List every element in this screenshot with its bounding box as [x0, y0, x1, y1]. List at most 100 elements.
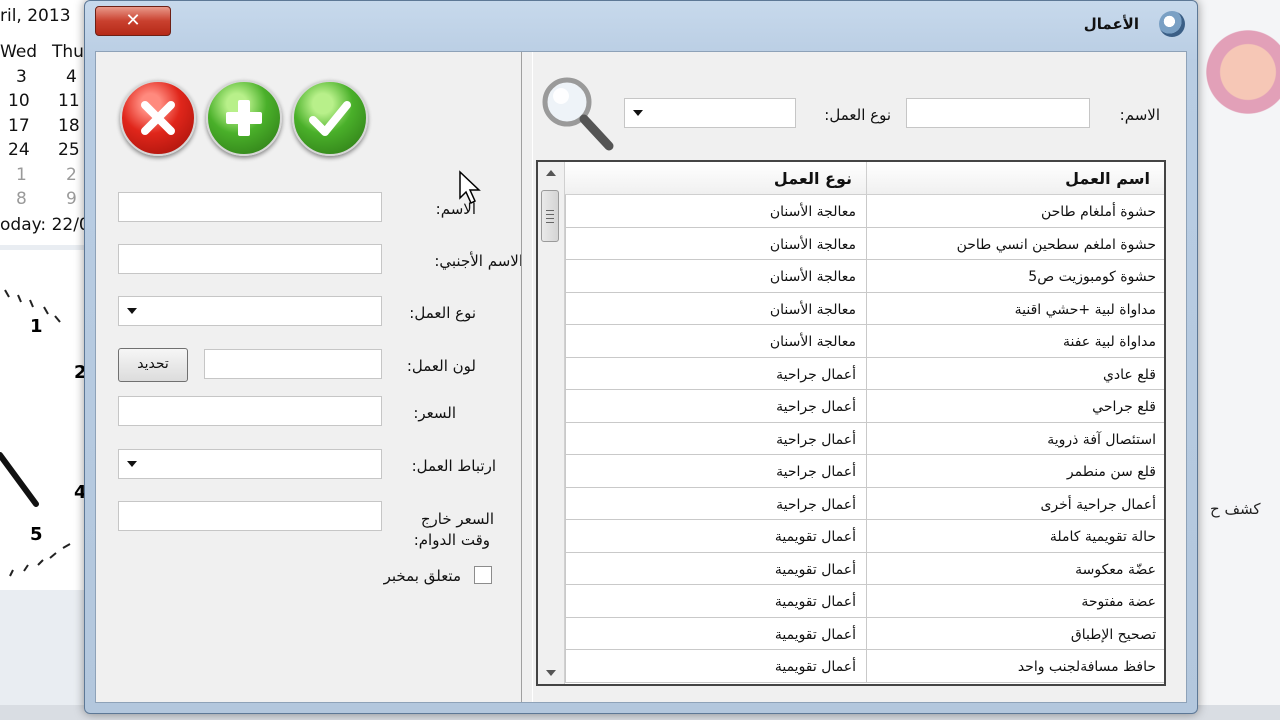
cancel-button[interactable] [120, 80, 196, 156]
name-field[interactable] [118, 192, 382, 222]
calendar-day-header: Thu [52, 42, 84, 62]
table-header: اسم العمل نوع العمل [565, 162, 1164, 195]
table-row[interactable]: معالجة الأسنان حشوة املغم سطحين انسي طاحن [565, 227, 1164, 260]
calendar-date: 4 [66, 67, 77, 87]
table-row[interactable]: معالجة الأسنان حشوة كومبوزيت ص5 [565, 260, 1164, 293]
foreign-name-field[interactable] [118, 244, 382, 274]
work-name-cell[interactable]: حافظ مسافةلجنب واحد [866, 650, 1164, 682]
desktop-character-image [1200, 20, 1280, 150]
search-icon[interactable] [539, 74, 615, 154]
desktop-shortcut-label: كشف ح [1210, 500, 1261, 518]
work-type-cell[interactable]: معالجة الأسنان [565, 292, 866, 325]
work-name-cell[interactable]: عضّة معكوسة [866, 552, 1164, 585]
work-type-cell[interactable]: أعمال تقويمية [565, 552, 866, 585]
work-type-cell[interactable]: أعمال تقويمية [565, 617, 866, 650]
column-header-work-name[interactable]: اسم العمل [866, 162, 1164, 194]
work-name-cell[interactable]: حشوة كومبوزيت ص5 [866, 260, 1164, 292]
work-type-cell[interactable]: معالجة الأسنان [565, 260, 866, 292]
work-color-field[interactable] [204, 349, 382, 379]
table-row[interactable]: أعمال جراحية قلع عادي [565, 357, 1164, 390]
table-row[interactable]: أعمال تقويمية حالة تقويمية كاملة [565, 520, 1164, 553]
work-type-cell[interactable]: معالجة الأسنان [565, 227, 866, 260]
calendar-date: 18 [58, 116, 80, 136]
search-name-field[interactable] [906, 98, 1090, 128]
work-type-cell[interactable]: أعمال جراحية [565, 422, 866, 455]
work-name-cell[interactable]: أعمال جراحية أخرى [866, 487, 1164, 520]
scroll-thumb[interactable] [541, 190, 559, 242]
calendar-date: 11 [58, 91, 80, 111]
work-link-select[interactable] [118, 449, 382, 479]
cancel-icon [141, 101, 175, 135]
scroll-up-icon[interactable] [546, 170, 556, 176]
table-row[interactable]: أعمال جراحية استئصال آفة ذروية [565, 422, 1164, 455]
work-type-cell[interactable]: أعمال تقويمية [565, 650, 866, 682]
work-type-cell[interactable]: أعمال جراحية [565, 357, 866, 390]
table-row[interactable]: معالجة الأسنان حشوة أملغام طاحن [565, 195, 1164, 228]
work-type-cell[interactable]: أعمال تقويمية [565, 585, 866, 617]
calendar-today: oday: 22/0 [0, 215, 90, 235]
work-name-cell[interactable]: مداواة لبية +حشي اقنية [866, 292, 1164, 325]
work-type-cell[interactable]: معالجة الأسنان [565, 325, 866, 357]
work-name-cell[interactable]: مداواة لبية عفنة [866, 325, 1164, 357]
work-name-cell[interactable]: حشوة املغم سطحين انسي طاحن [866, 227, 1164, 260]
work-name-cell[interactable]: عضة مفتوحة [866, 585, 1164, 617]
work-type-cell[interactable]: أعمال تقويمية [565, 520, 866, 552]
price-field[interactable] [118, 396, 382, 426]
table-row[interactable]: أعمال تقويمية تصحيح الإطباق [565, 617, 1164, 650]
lab-related-checkbox[interactable] [474, 566, 492, 584]
work-type-cell[interactable]: أعمال جراحية [565, 390, 866, 422]
search-work-type-select[interactable] [624, 98, 796, 128]
table-row[interactable]: أعمال تقويمية حافظ مسافةلجنب واحد [565, 650, 1164, 683]
table-row[interactable]: أعمال تقويمية عضّة معكوسة [565, 552, 1164, 585]
work-name-cell[interactable]: قلع جراحي [866, 390, 1164, 422]
table-row[interactable]: أعمال جراحية أعمال جراحية أخرى [565, 487, 1164, 520]
work-name-cell[interactable]: حشوة أملغام طاحن [866, 195, 1164, 227]
price-label: السعر: [413, 404, 456, 422]
calendar-date: 10 [8, 91, 30, 111]
calendar-date: 17 [8, 116, 30, 136]
work-type-cell[interactable]: أعمال جراحية [565, 455, 866, 487]
table-row[interactable]: معالجة الأسنان مداواة لبية +حشي اقنية [565, 292, 1164, 325]
table-row[interactable]: أعمال تقويمية عضة مفتوحة [565, 585, 1164, 618]
work-name-cell[interactable]: قلع سن منطمر [866, 455, 1164, 487]
table-scrollbar[interactable] [538, 162, 565, 684]
work-name-cell[interactable]: قلع عادي [866, 357, 1164, 390]
calendar-date: 2 [66, 165, 77, 185]
work-name-cell[interactable]: حالة تقويمية كاملة [866, 520, 1164, 552]
clock-face-icon [0, 289, 71, 577]
work-color-label: لون العمل: [406, 357, 476, 375]
panel-splitter[interactable] [521, 52, 533, 702]
table-row[interactable]: معالجة الأسنان مداواة لبية عفنة [565, 325, 1164, 358]
desktop-right-area: كشف ح [1190, 0, 1280, 720]
dropdown-arrow-icon [127, 461, 137, 467]
scroll-down-icon[interactable] [546, 670, 556, 676]
work-name-cell[interactable]: تصحيح الإطباق [866, 617, 1164, 650]
work-name-cell[interactable]: استئصال آفة ذروية [866, 422, 1164, 455]
work-type-label: نوع العمل: [409, 304, 476, 322]
save-button[interactable] [292, 80, 368, 156]
column-header-work-type[interactable]: نوع العمل [565, 162, 866, 194]
work-type-cell[interactable]: معالجة الأسنان [565, 195, 866, 227]
check-icon [309, 101, 351, 136]
work-type-select[interactable] [118, 296, 382, 326]
clock-number: 1 [30, 316, 43, 337]
after-hours-price-field[interactable] [118, 501, 382, 531]
calendar-date: 24 [8, 140, 30, 160]
close-icon: ✕ [125, 10, 141, 31]
table-row[interactable]: أعمال جراحية قلع سن منطمر [565, 455, 1164, 488]
dropdown-arrow-icon [633, 110, 643, 116]
work-type-cell[interactable]: أعمال جراحية [565, 487, 866, 520]
window-close-button[interactable]: ✕ [95, 6, 171, 36]
desktop-calendar-gadget: ril, 2013 Wed Thu 3 4 10 11 17 18 24 25 1 2 8… [0, 0, 92, 245]
search-work-type-label: نوع العمل: [824, 106, 891, 124]
calendar-date: 1 [16, 165, 27, 185]
select-color-button[interactable]: تحديد [118, 348, 188, 382]
table-row[interactable]: أعمال جراحية قلع جراحي [565, 390, 1164, 423]
window-title: الأعمال [1083, 15, 1139, 33]
calendar-date: 8 [16, 189, 27, 209]
after-hours-price-label-line1: السعر خارج [420, 510, 494, 528]
calendar-date: 9 [66, 189, 77, 209]
search-name-label: الاسم: [1119, 106, 1160, 124]
lab-related-label: متعلق بمخبر [383, 567, 461, 585]
add-button[interactable] [206, 80, 282, 156]
